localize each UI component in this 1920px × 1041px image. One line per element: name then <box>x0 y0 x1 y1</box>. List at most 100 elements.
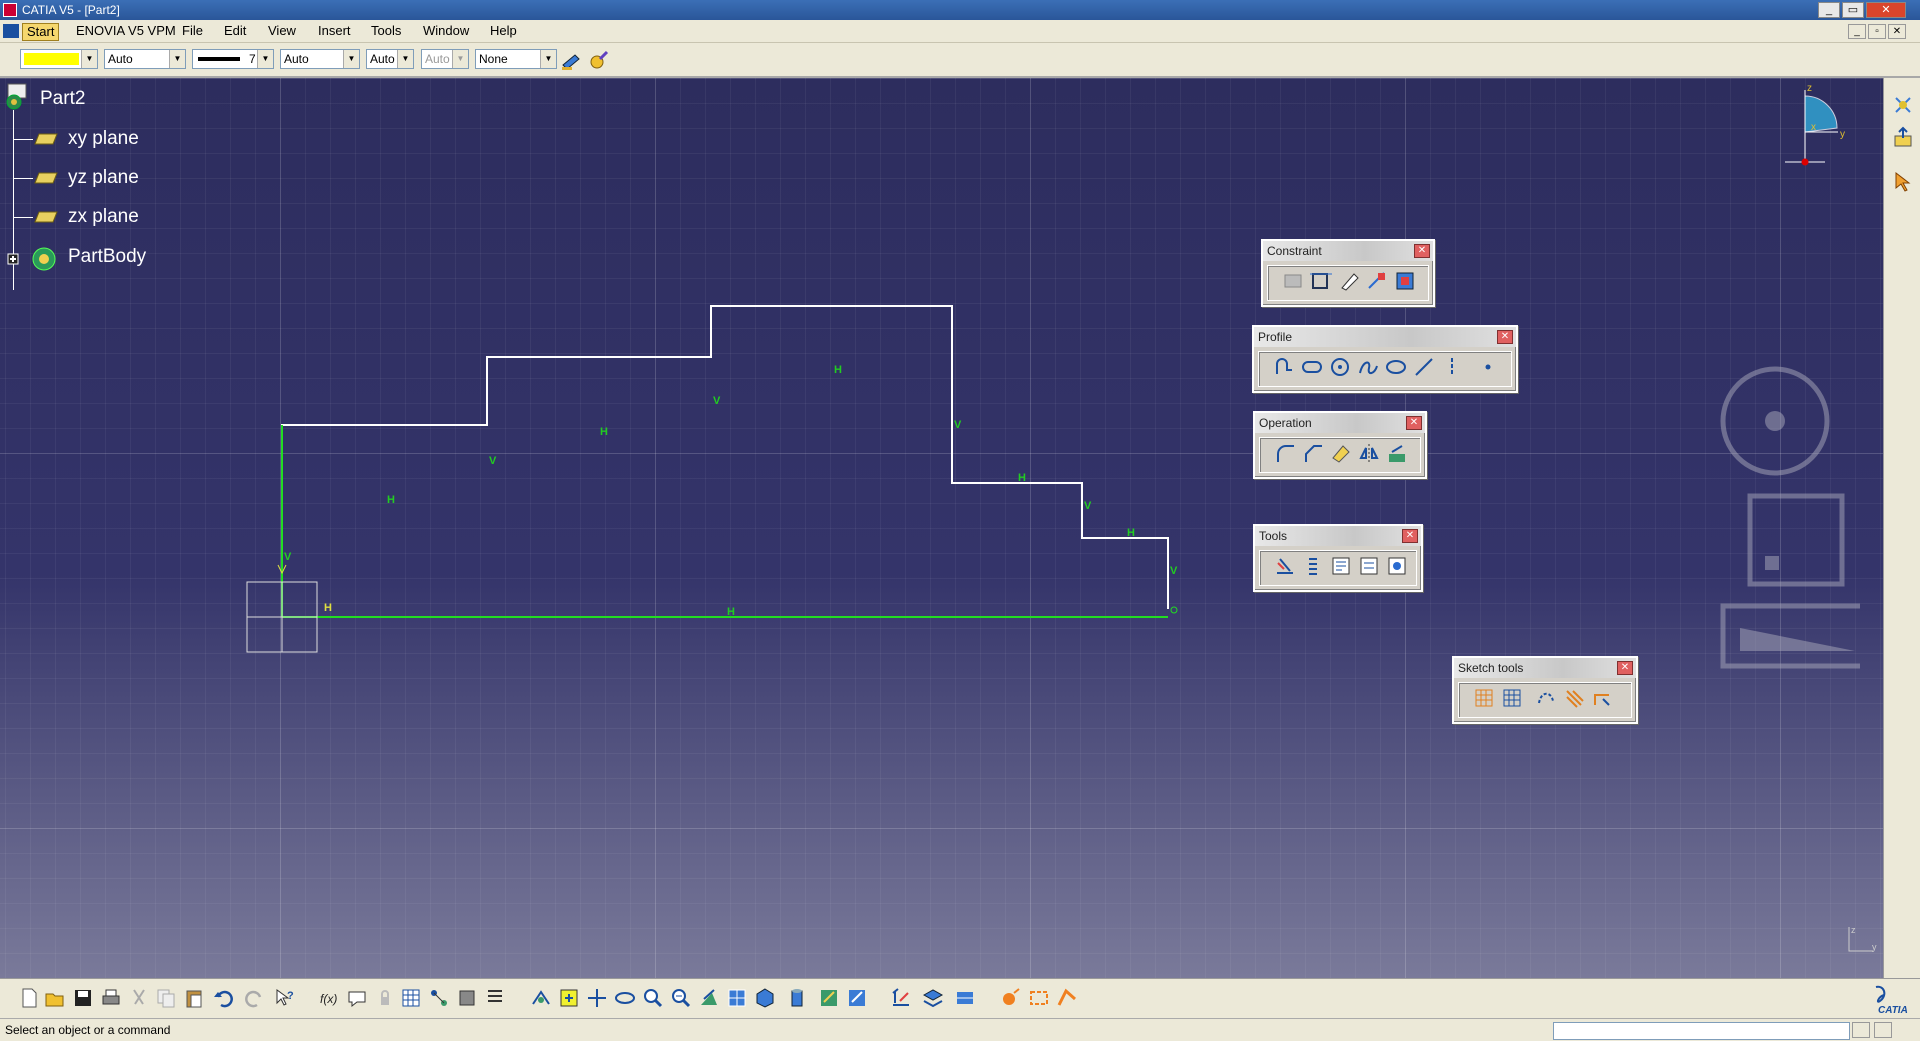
chevron-down-icon[interactable]: ▼ <box>540 50 556 68</box>
grid-icon[interactable] <box>1473 687 1495 709</box>
snap-to-point-icon[interactable] <box>1501 687 1523 709</box>
isometric-view-icon[interactable] <box>754 987 776 1009</box>
save-icon[interactable] <box>72 987 94 1009</box>
doc-restore-button[interactable]: ▫ <box>1868 24 1886 39</box>
fix-together-icon[interactable] <box>1366 270 1388 292</box>
filter-combo[interactable]: None ▼ <box>475 49 557 69</box>
sketch-tools-toolbar[interactable]: Sketch tools ✕ <box>1452 656 1638 724</box>
color-combo[interactable]: ▼ <box>20 49 98 69</box>
line-type-combo[interactable]: Auto ▼ <box>280 49 360 69</box>
whats-this-icon[interactable]: ? <box>274 987 296 1009</box>
profile-toolbar[interactable]: Profile ✕ <box>1252 325 1518 393</box>
sketch-visualization-icon[interactable] <box>922 987 944 1009</box>
close-icon[interactable]: ✕ <box>1497 330 1513 344</box>
close-button[interactable]: ✕ <box>1866 2 1906 18</box>
maximize-button[interactable]: ▭ <box>1842 2 1864 18</box>
sketcher-tool-icon[interactable] <box>1000 987 1022 1009</box>
menu-view[interactable]: View <box>264 23 300 39</box>
fit-all-in-icon[interactable] <box>558 987 580 1009</box>
rotate-icon[interactable] <box>614 987 636 1009</box>
design-table-icon[interactable] <box>428 987 450 1009</box>
exit-sketcher-icon[interactable] <box>1892 126 1914 148</box>
constraint-icon[interactable] <box>1310 270 1332 292</box>
normal-view-icon[interactable] <box>698 987 720 1009</box>
properties-icon[interactable] <box>484 987 506 1009</box>
dimension-tool-icon[interactable] <box>1028 987 1050 1009</box>
3d-view-icon[interactable] <box>1386 555 1408 577</box>
redo-icon[interactable] <box>244 987 266 1009</box>
hide-show-icon[interactable] <box>818 987 840 1009</box>
constraint-tool-icon[interactable] <box>1056 987 1078 1009</box>
profile-icon[interactable] <box>1273 356 1295 378</box>
properties-brush-icon[interactable] <box>588 49 610 71</box>
sketch-solving-status-icon[interactable] <box>1302 555 1324 577</box>
menu-file[interactable]: File <box>178 23 207 39</box>
chevron-down-icon[interactable]: ▼ <box>169 50 185 68</box>
menu-window[interactable]: Window <box>419 23 473 39</box>
point-icon[interactable] <box>1477 356 1499 378</box>
mirror-icon[interactable] <box>1358 442 1380 464</box>
geometrical-constraints-icon[interactable] <box>1563 687 1585 709</box>
menu-tools[interactable]: Tools <box>367 23 405 39</box>
sketch-tools-toolbar-title[interactable]: Sketch tools <box>1454 658 1636 678</box>
multi-view-icon[interactable] <box>726 987 748 1009</box>
contact-constraint-icon[interactable] <box>1338 270 1360 292</box>
chamfer-icon[interactable] <box>1302 442 1324 464</box>
menu-edit[interactable]: Edit <box>220 23 250 39</box>
spline-icon[interactable] <box>1357 356 1379 378</box>
command-button[interactable] <box>1852 1022 1870 1038</box>
catia-app-icon[interactable] <box>3 3 17 17</box>
cut-part-by-sketch-plane-icon[interactable] <box>890 987 912 1009</box>
profile-toolbar-title[interactable]: Profile <box>1254 327 1516 347</box>
point-type-combo[interactable]: Auto ▼ <box>366 49 414 69</box>
circle-icon[interactable] <box>1329 356 1351 378</box>
minimize-button[interactable]: _ <box>1818 2 1840 18</box>
tools-toolbar-title[interactable]: Tools <box>1255 526 1421 546</box>
menu-start[interactable]: Start <box>22 23 60 41</box>
sketch-analysis-icon[interactable] <box>1330 555 1352 577</box>
formula-icon[interactable]: f(x) <box>318 987 340 1009</box>
dimensional-constraints-icon[interactable] <box>1591 687 1613 709</box>
command-button[interactable] <box>1874 1022 1892 1038</box>
ellipse-icon[interactable] <box>1385 356 1407 378</box>
print-icon[interactable] <box>100 987 122 1009</box>
catalog-icon[interactable] <box>456 987 478 1009</box>
sketch-stair-profile[interactable] <box>281 305 1169 609</box>
document-icon[interactable] <box>3 24 19 38</box>
sketch-canvas[interactable]: Part2 xy plane yz plane zx plane PartBod… <box>0 78 1883 978</box>
painter-icon[interactable] <box>560 49 582 71</box>
swap-visible-space-icon[interactable] <box>846 987 868 1009</box>
axis-icon[interactable] <box>1441 356 1463 378</box>
constraint-toolbar-title[interactable]: Constraint <box>1263 241 1433 261</box>
chevron-down-icon[interactable]: ▼ <box>257 50 273 68</box>
operation-toolbar-title[interactable]: Operation <box>1255 413 1425 433</box>
paste-icon[interactable] <box>183 987 205 1009</box>
new-icon[interactable] <box>18 987 40 1009</box>
visualization-mode-icon[interactable] <box>954 987 976 1009</box>
doc-close-button[interactable]: ✕ <box>1888 24 1906 39</box>
constraint-toolbar[interactable]: Constraint ✕ <box>1261 239 1435 307</box>
pan-icon[interactable] <box>586 987 608 1009</box>
tools-toolbar[interactable]: Tools ✕ <box>1253 524 1423 592</box>
line-icon[interactable] <box>1413 356 1435 378</box>
construction-element-icon[interactable] <box>1535 687 1557 709</box>
zoom-in-icon[interactable] <box>642 987 664 1009</box>
chevron-down-icon[interactable]: ▼ <box>81 50 97 68</box>
corner-icon[interactable] <box>1274 442 1296 464</box>
line-thickness-combo[interactable]: 7 ▼ <box>192 49 274 69</box>
zoom-out-icon[interactable] <box>670 987 692 1009</box>
select-arrow-icon[interactable] <box>1892 170 1914 192</box>
rectangle-icon[interactable] <box>1301 356 1323 378</box>
output-feature-icon[interactable] <box>1358 555 1380 577</box>
close-icon[interactable]: ✕ <box>1414 244 1430 258</box>
animate-constraint-icon[interactable] <box>1394 270 1416 292</box>
lock-icon[interactable] <box>374 987 396 1009</box>
close-icon[interactable]: ✕ <box>1406 416 1422 430</box>
menu-help[interactable]: Help <box>486 23 521 39</box>
exit-workbench-icon[interactable] <box>1892 94 1914 116</box>
knowledge-advisor-icon[interactable] <box>346 987 368 1009</box>
2d-analysis-icon[interactable] <box>1274 555 1296 577</box>
trim-icon[interactable] <box>1330 442 1352 464</box>
project-3d-elements-icon[interactable] <box>1386 442 1408 464</box>
fly-mode-icon[interactable] <box>530 987 552 1009</box>
